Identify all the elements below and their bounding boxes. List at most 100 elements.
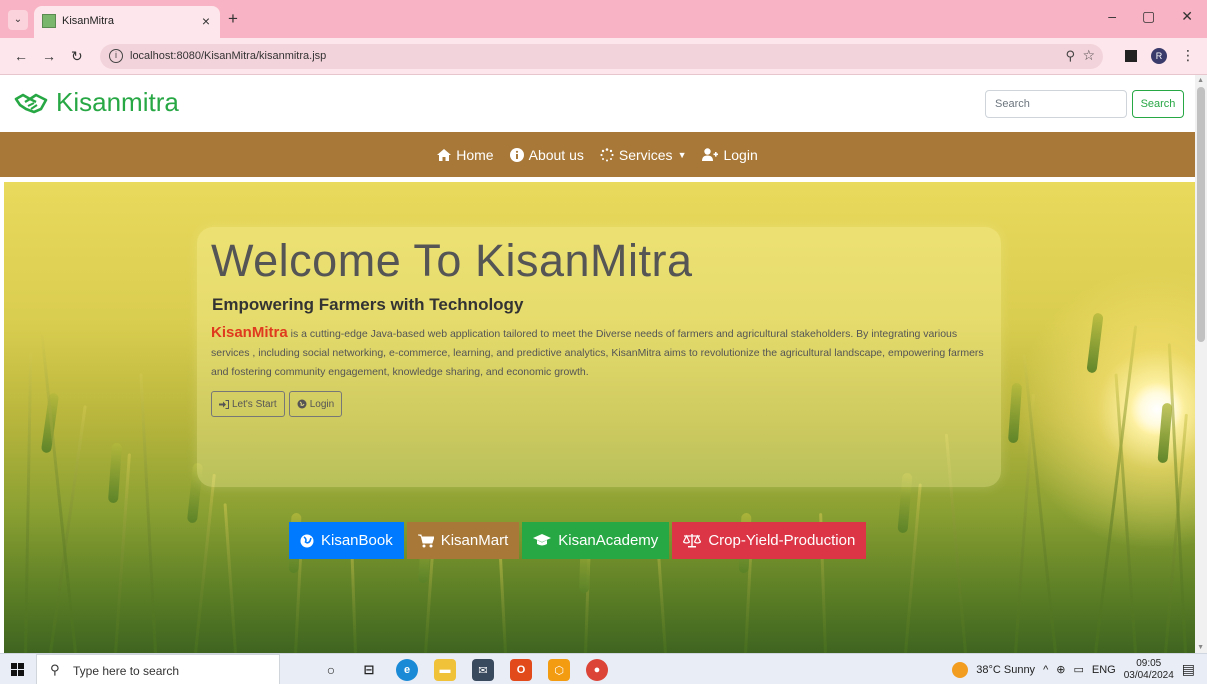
- reload-icon[interactable]: ↻: [71, 48, 83, 65]
- browser-tab-bar: ⌄ KisanMitra × + – ▢ ✕: [0, 0, 1207, 38]
- app-hexagon-icon[interactable]: ⬡: [548, 659, 570, 681]
- search-button[interactable]: Search: [1132, 90, 1184, 118]
- brand-name: Kisanmitra: [56, 87, 179, 117]
- address-bar[interactable]: i localhost:8080/KisanMitra/kisanmitra.j…: [100, 44, 1103, 69]
- menu-kebab-icon[interactable]: ⋮: [1181, 47, 1195, 64]
- weather-text[interactable]: 38°C Sunny: [976, 664, 1035, 676]
- bookmark-star-icon[interactable]: ☆: [1082, 47, 1095, 64]
- nav-login-label: Login: [723, 146, 758, 163]
- tray-chevron-icon[interactable]: ^: [1043, 664, 1048, 676]
- browser-tab[interactable]: KisanMitra ×: [34, 6, 220, 38]
- notifications-icon[interactable]: ▤: [1182, 661, 1195, 678]
- battery-icon[interactable]: ▭: [1073, 663, 1083, 676]
- hero-login-button[interactable]: Login: [288, 391, 343, 417]
- search-input[interactable]: [985, 90, 1127, 118]
- edge-icon[interactable]: e: [396, 659, 418, 681]
- minimize-icon[interactable]: –: [1108, 8, 1116, 28]
- sun-glow: [1130, 382, 1184, 436]
- description-text: is a cutting-edge Java-based web applica…: [211, 328, 984, 378]
- user-plus-icon: [702, 148, 719, 161]
- brand-logo[interactable]: Kisanmitra: [14, 87, 179, 118]
- language-indicator[interactable]: ENG: [1092, 664, 1116, 676]
- tab-search-chevron-icon[interactable]: ⌄: [8, 10, 28, 30]
- wheat-ear: [107, 442, 123, 504]
- clock-date: 03/04/2024: [1123, 669, 1174, 681]
- info-icon: [509, 147, 524, 162]
- wheat-stalk: [24, 353, 33, 653]
- main-navbar: Home About us Services ▼ Login: [0, 132, 1195, 177]
- profile-avatar-icon[interactable]: R: [1151, 47, 1167, 64]
- brand-inline: KisanMitra: [211, 324, 288, 341]
- close-window-icon[interactable]: ✕: [1181, 8, 1193, 28]
- crop-yield-label: Crop-Yield-Production: [708, 532, 856, 549]
- nav-about-label: About us: [528, 146, 584, 163]
- wheat-stalk: [223, 503, 237, 653]
- kisanbook-button[interactable]: KisanBook: [289, 522, 404, 559]
- network-globe-icon[interactable]: ⊕: [1056, 663, 1065, 676]
- kisanbook-label: KisanBook: [321, 532, 393, 549]
- system-tray: 38°C Sunny ^ ⊕ ▭ ENG 09:05 03/04/2024 ▤: [952, 654, 1195, 684]
- taskbar-search-placeholder: Type here to search: [73, 664, 180, 678]
- hero-description: KisanMitra is a cutting-edge Java-based …: [211, 323, 989, 382]
- page-title: Welcome To KisanMitra: [211, 235, 693, 286]
- hero-login-label: Login: [309, 398, 335, 410]
- kisanacademy-button[interactable]: KisanAcademy: [522, 522, 670, 559]
- file-explorer-icon[interactable]: ▬: [434, 659, 456, 681]
- tab-close-icon[interactable]: ×: [202, 13, 210, 29]
- cart-icon: [417, 534, 434, 547]
- wheat-ear: [1086, 312, 1104, 374]
- welcome-card: Welcome To KisanMitra Empowering Farmers…: [197, 227, 1001, 487]
- new-tab-icon[interactable]: +: [228, 9, 238, 29]
- mail-icon[interactable]: ✉: [472, 659, 494, 681]
- task-view-icon[interactable]: ⊟: [358, 659, 380, 681]
- window-controls: – ▢ ✕: [1108, 8, 1207, 28]
- nav-about[interactable]: About us: [509, 146, 584, 163]
- crop-yield-production-button[interactable]: Crop-Yield-Production: [672, 522, 867, 559]
- back-arrow-icon[interactable]: ←: [14, 48, 28, 64]
- office-icon[interactable]: O: [510, 659, 532, 681]
- kisanmart-button[interactable]: KisanMart: [406, 522, 520, 559]
- wheat-stalk: [498, 553, 507, 653]
- spinner-icon: [600, 147, 614, 161]
- side-panel-icon[interactable]: [1125, 49, 1137, 62]
- wheat-stalk: [1022, 354, 1057, 653]
- caret-down-icon: ▼: [677, 149, 687, 160]
- scroll-up-arrow-icon[interactable]: ▲: [1197, 77, 1204, 84]
- site-info-icon[interactable]: i: [109, 49, 123, 63]
- nav-home-label: Home: [456, 146, 494, 163]
- hero-section: Welcome To KisanMitra Empowering Farmers…: [4, 182, 1195, 653]
- handshake-icon: [14, 93, 48, 113]
- globe-icon: [297, 399, 307, 409]
- weather-sun-icon[interactable]: [952, 661, 969, 678]
- page-scrollbar[interactable]: ▲ ▼: [1195, 75, 1207, 653]
- kisanacademy-label: KisanAcademy: [558, 532, 659, 549]
- kisanmart-label: KisanMart: [440, 532, 509, 549]
- windows-taskbar: ⚲ Type here to search ○ ⊟ e ▬ ✉ O ⬡ ● 38…: [0, 653, 1207, 684]
- nav-services-label: Services: [618, 146, 673, 163]
- scrollbar-thumb[interactable]: [1197, 87, 1205, 342]
- lets-start-button[interactable]: Let's Start: [211, 391, 285, 417]
- url-text[interactable]: localhost:8080/KisanMitra/kisanmitra.jsp: [130, 50, 326, 62]
- globe-icon: [300, 534, 314, 547]
- home-icon: [437, 148, 452, 161]
- restore-icon[interactable]: ▢: [1142, 8, 1155, 28]
- nav-services-dropdown[interactable]: Services ▼: [600, 146, 687, 163]
- nav-login[interactable]: Login: [702, 146, 758, 163]
- cortana-icon[interactable]: ○: [320, 659, 342, 681]
- wheat-stalk: [350, 543, 357, 653]
- toolbar-icons: R ⋮: [1125, 47, 1195, 64]
- clock-time: 09:05: [1136, 657, 1162, 669]
- favicon-icon: [42, 14, 56, 28]
- chrome-icon[interactable]: ●: [586, 659, 608, 681]
- zoom-icon[interactable]: ⚲: [1065, 48, 1075, 64]
- hero-subtitle: Empowering Farmers with Technology: [212, 295, 524, 314]
- hero-actions: Let's Start Login: [211, 391, 343, 417]
- clock[interactable]: 09:05 03/04/2024: [1124, 658, 1174, 682]
- tab-title: KisanMitra: [62, 15, 114, 27]
- windows-start-icon[interactable]: [11, 663, 24, 676]
- scroll-down-arrow-icon[interactable]: ▼: [1197, 644, 1204, 651]
- forward-arrow-icon[interactable]: →: [42, 48, 56, 64]
- taskbar-search-box[interactable]: ⚲ Type here to search: [36, 654, 280, 684]
- nav-home[interactable]: Home: [437, 146, 494, 163]
- module-buttons: KisanBook KisanMart KisanAcademy Crop-Yi…: [289, 522, 869, 559]
